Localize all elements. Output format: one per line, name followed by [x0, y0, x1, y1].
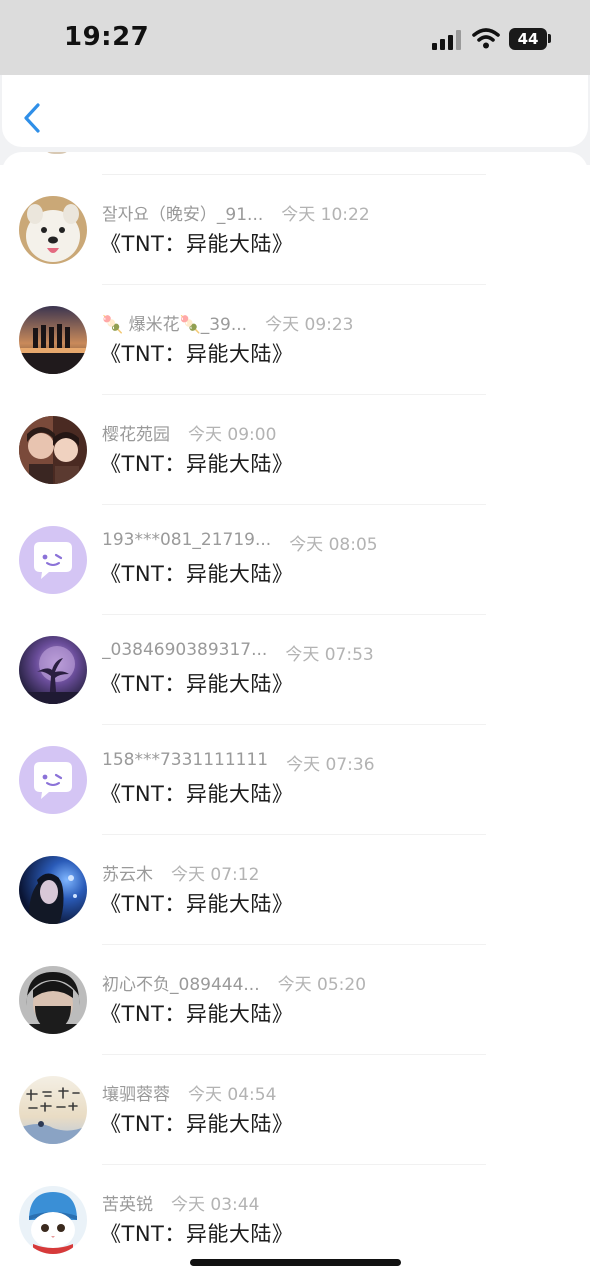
- home-indicator[interactable]: [190, 1259, 401, 1266]
- avatar[interactable]: [19, 856, 87, 924]
- divider: [102, 1054, 486, 1055]
- divider: [102, 284, 486, 285]
- message-meta: 初心不负_089444... 今天 05:20: [102, 970, 367, 995]
- message-text: 《TNT：异能大陆》: [100, 342, 294, 366]
- timestamp: 今天 07:36: [286, 755, 375, 775]
- divider: [102, 504, 486, 505]
- battery-tip: [548, 34, 551, 43]
- message-meta: 158***7331111111 今天 07:36: [102, 750, 375, 775]
- username: 壤驷蓉蓉: [102, 1085, 170, 1105]
- avatar[interactable]: [19, 306, 87, 374]
- username: 苏云木: [102, 865, 153, 885]
- message-meta: 🍡 爆米花🍡_39... 今天 09:23: [102, 310, 354, 335]
- avatar[interactable]: [19, 416, 87, 484]
- list-item[interactable]: 🍡 爆米花🍡_39... 今天 09:23 《TNT：异能大陆》: [2, 306, 588, 416]
- list-item[interactable]: _0384690389317... 今天 07:53 《TNT：异能大陆》: [2, 636, 588, 746]
- timestamp: 今天 09:23: [265, 315, 354, 335]
- list-item[interactable]: 苏云木 今天 07:12 《TNT：异能大陆》: [2, 856, 588, 966]
- message-meta: 193***081_21719... 今天 08:05: [102, 530, 378, 555]
- partial-avatar: [42, 152, 72, 154]
- message-text: 《TNT：异能大陆》: [100, 782, 294, 806]
- message-text: 《TNT：异能大陆》: [100, 452, 294, 476]
- message-text: 《TNT：异能大陆》: [100, 1112, 294, 1136]
- header-bar: [2, 75, 588, 147]
- timestamp: 今天 05:20: [277, 975, 367, 995]
- username: 初心不负_089444...: [102, 975, 260, 995]
- timestamp: 今天 07:12: [171, 865, 260, 885]
- timestamp: 今天 07:53: [285, 645, 374, 665]
- message-text: 《TNT：异能大陆》: [100, 892, 294, 916]
- battery-level: 44: [517, 30, 539, 48]
- avatar[interactable]: [19, 1076, 87, 1144]
- username: _0384690389317...: [102, 640, 268, 660]
- message-text: 《TNT：异能大陆》: [100, 1222, 294, 1246]
- divider: [102, 944, 486, 945]
- timestamp: 今天 03:44: [171, 1195, 260, 1215]
- message-meta: 苦英锐 今天 03:44: [102, 1190, 260, 1215]
- list-item[interactable]: 158***7331111111 今天 07:36 《TNT：异能大陆》: [2, 746, 588, 856]
- list-item[interactable]: 잘자요（晚安）_91... 今天 10:22 《TNT：异能大陆》: [2, 196, 588, 306]
- username: 🍡 爆米花🍡_39...: [102, 315, 248, 335]
- message-list[interactable]: 잘자요（晚安）_91... 今天 10:22 《TNT：异能大陆》 🍡 爆米花🍡_…: [2, 152, 588, 1280]
- message-meta: 壤驷蓉蓉 今天 04:54: [102, 1080, 277, 1105]
- timestamp: 今天 08:05: [289, 535, 378, 555]
- timestamp: 今天 09:00: [188, 425, 277, 445]
- divider: [102, 1164, 486, 1165]
- divider: [102, 834, 486, 835]
- message-text: 《TNT：异能大陆》: [100, 1002, 294, 1026]
- message-meta: 잘자요（晚安）_91... 今天 10:22: [102, 200, 370, 225]
- divider: [102, 394, 486, 395]
- chevron-left-icon: [24, 103, 40, 133]
- timestamp: 今天 10:22: [281, 205, 370, 225]
- username: 苦英锐: [102, 1195, 153, 1215]
- avatar[interactable]: [19, 966, 87, 1034]
- message-meta: _0384690389317... 今天 07:53: [102, 640, 374, 665]
- list-item[interactable]: 壤驷蓉蓉 今天 04:54 《TNT：异能大陆》: [2, 1076, 588, 1186]
- message-text: 《TNT：异能大陆》: [100, 562, 294, 586]
- list-item[interactable]: 初心不负_089444... 今天 05:20 《TNT：异能大陆》: [2, 966, 588, 1076]
- divider: [102, 614, 486, 615]
- username: 158***7331111111: [102, 750, 269, 770]
- battery-icon: 44: [509, 28, 547, 50]
- message-text: 《TNT：异能大陆》: [100, 232, 294, 256]
- back-button[interactable]: [18, 98, 52, 138]
- list-item[interactable]: 193***081_21719... 今天 08:05 《TNT：异能大陆》: [2, 526, 588, 636]
- message-meta: 苏云木 今天 07:12: [102, 860, 260, 885]
- divider: [102, 724, 486, 725]
- divider: [102, 174, 486, 175]
- avatar[interactable]: [19, 1186, 87, 1254]
- avatar[interactable]: [19, 196, 87, 264]
- avatar[interactable]: [19, 746, 87, 814]
- username: 잘자요（晚安）_91...: [102, 205, 264, 225]
- status-time: 19:27: [64, 22, 150, 52]
- username: 樱花苑园: [102, 425, 170, 445]
- avatar[interactable]: [19, 636, 87, 704]
- message-text: 《TNT：异能大陆》: [100, 672, 294, 696]
- username: 193***081_21719...: [102, 530, 272, 550]
- timestamp: 今天 04:54: [188, 1085, 277, 1105]
- message-meta: 樱花苑园 今天 09:00: [102, 420, 277, 445]
- list-item[interactable]: 樱花苑园 今天 09:00 《TNT：异能大陆》: [2, 416, 588, 526]
- avatar[interactable]: [19, 526, 87, 594]
- wifi-icon: [472, 27, 500, 49]
- cellular-signal-icon: [432, 30, 462, 50]
